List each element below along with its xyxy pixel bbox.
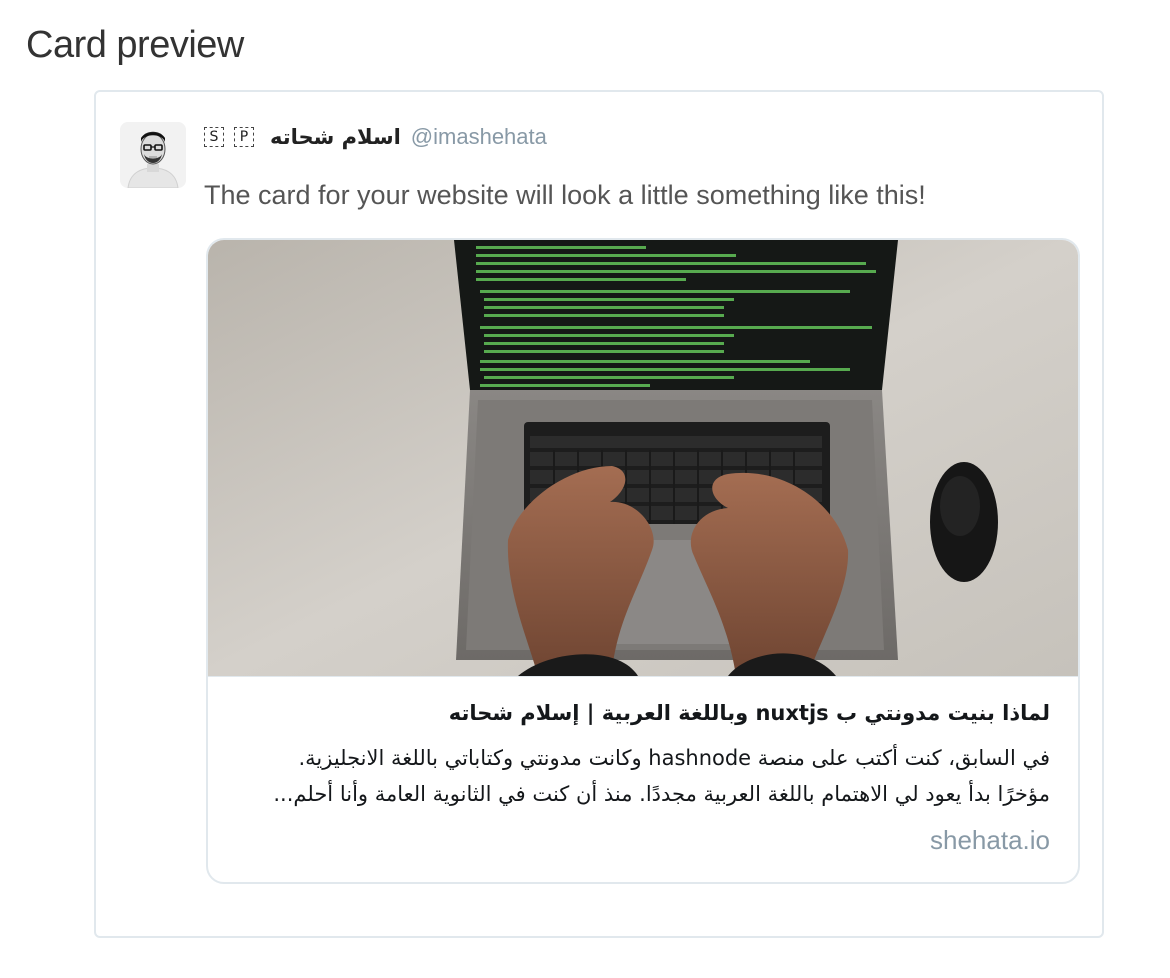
avatar (120, 122, 186, 188)
tweet-preview: S P اسلام شحاته @imashehata The card for… (94, 90, 1104, 938)
user-handle[interactable]: @imashehata (411, 124, 547, 150)
card-title[interactable]: لماذا بنيت مدونتي ب nuxtjs وباللغة العرب… (238, 696, 1050, 730)
card-preview-page: Card preview S P اسلام شحاته @imashehata (0, 0, 1170, 978)
page-title: Card preview (26, 24, 244, 66)
user-avatar-icon (120, 122, 186, 188)
laptop-coding-photo-icon (208, 240, 1078, 676)
card-body: لماذا بنيت مدونتي ب nuxtjs وباللغة العرب… (238, 696, 1050, 856)
card-domain[interactable]: shehata.io (238, 824, 1050, 856)
card-description: في السابق، كنت أكتب على منصة hashnode وك… (238, 740, 1050, 812)
card-image[interactable] (208, 240, 1078, 677)
tweet-header: S P اسلام شحاته @imashehata (204, 122, 547, 152)
badge-s: S (204, 127, 224, 147)
tweet-text: The card for your website will look a li… (204, 180, 926, 210)
card-description-line: في السابق، كنت أكتب على منصة hashnode وك… (298, 746, 1050, 770)
link-card[interactable]: لماذا بنيت مدونتي ب nuxtjs وباللغة العرب… (206, 238, 1080, 884)
badge-p: P (234, 127, 254, 147)
card-description-line: مؤخرًا بدأ يعود لي الاهتمام باللغة العرب… (273, 782, 1050, 806)
display-name[interactable]: اسلام شحاته (270, 125, 401, 149)
